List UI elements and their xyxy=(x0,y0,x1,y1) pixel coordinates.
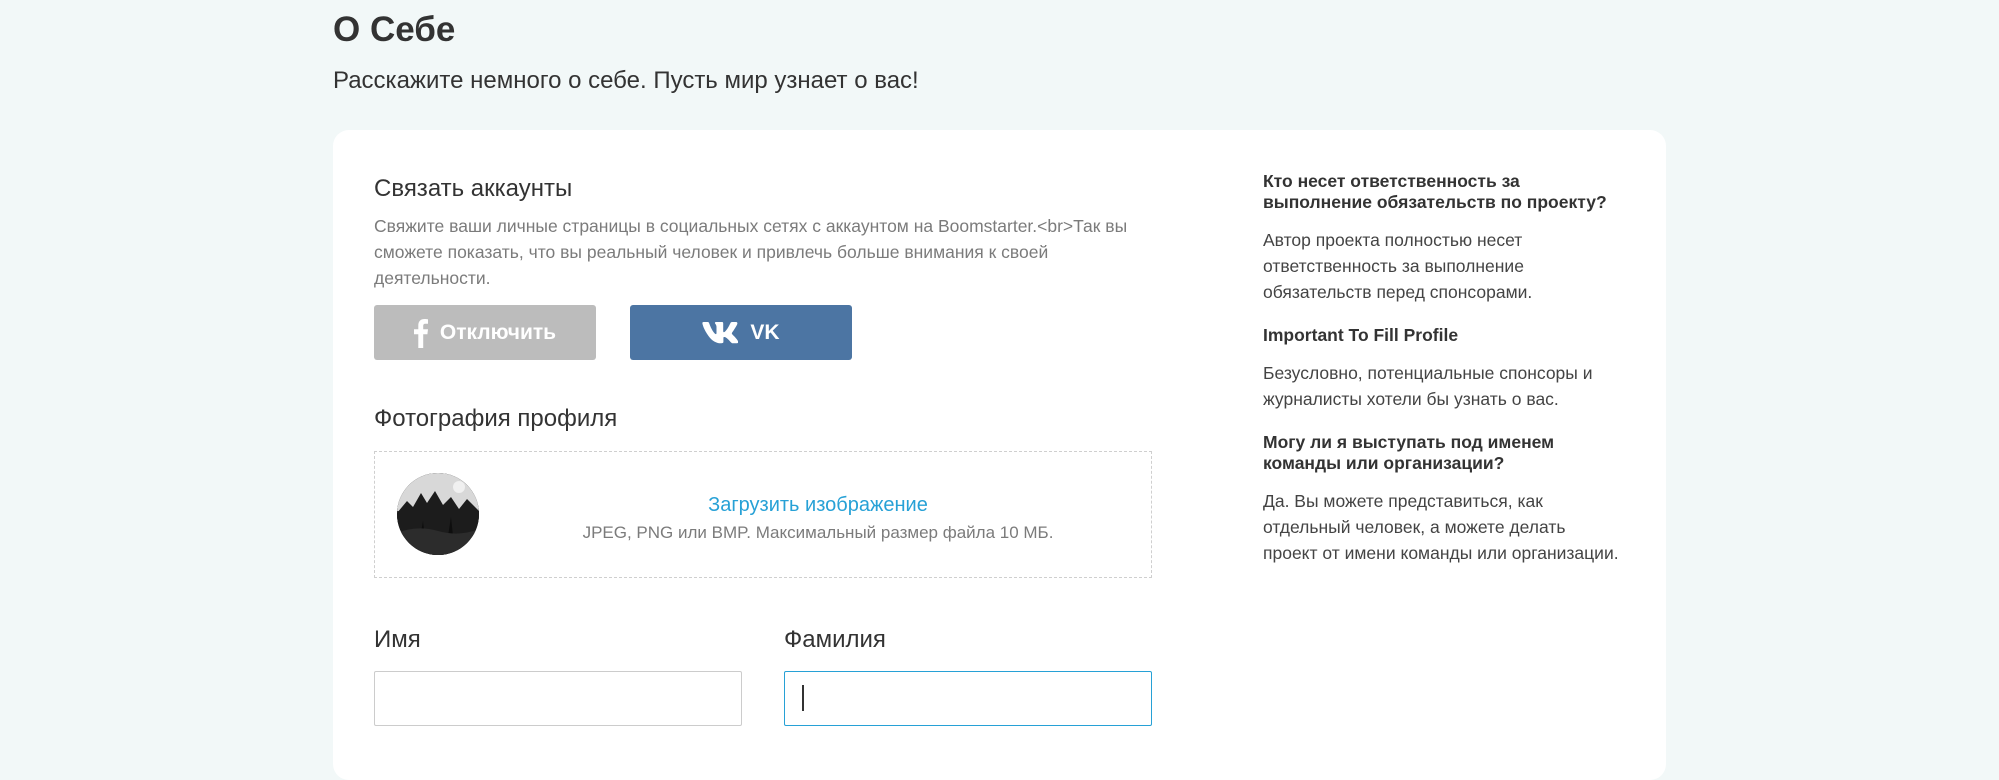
last-name-input[interactable] xyxy=(784,671,1152,726)
text-caret xyxy=(802,685,804,711)
photo-upload-dropzone[interactable]: Загрузить изображение JPEG, PNG или BMP.… xyxy=(374,451,1152,578)
facebook-button-label: Отключить xyxy=(439,320,557,344)
profile-card: Связать аккаунты Свяжите ваши личные стр… xyxy=(333,130,1666,780)
facebook-disconnect-button[interactable]: Отключить xyxy=(374,305,596,360)
last-name-label: Фамилия xyxy=(784,626,886,653)
link-accounts-description: Свяжите ваши личные страницы в социальны… xyxy=(374,216,1128,288)
upload-hint: JPEG, PNG или BMP. Максимальный размер ф… xyxy=(582,523,1054,542)
facebook-icon xyxy=(413,318,428,348)
vk-button-label: VK xyxy=(750,320,780,344)
vk-connect-button[interactable]: VK xyxy=(630,305,852,360)
faq-sidebar: Кто несет ответственность за выполнение … xyxy=(1263,171,1623,566)
faq-answer: Безусловно, потенциальные спонсоры и жур… xyxy=(1263,363,1593,409)
faq-question: Могу ли я выступать под именем команды и… xyxy=(1263,432,1555,473)
profile-photo-title: Фотография профиля xyxy=(374,405,618,432)
faq-answer: Автор проекта полностью несет ответствен… xyxy=(1263,230,1533,302)
first-name-label: Имя xyxy=(374,626,421,653)
page-subtitle: Расскажите немного о себе. Пусть мир узн… xyxy=(333,67,919,94)
link-accounts-title: Связать аккаунты xyxy=(374,175,573,202)
vk-icon xyxy=(702,321,739,344)
upload-image-link[interactable]: Загрузить изображение xyxy=(375,493,1151,517)
faq-answer: Да. Вы можете представиться, как отдельн… xyxy=(1263,491,1619,563)
page-title: О Себе xyxy=(333,10,456,49)
last-name-field xyxy=(784,671,1152,726)
faq-question: Important To Fill Profile xyxy=(1263,325,1459,345)
first-name-input[interactable] xyxy=(374,671,742,726)
faq-question: Кто несет ответственность за выполнение … xyxy=(1263,171,1607,212)
